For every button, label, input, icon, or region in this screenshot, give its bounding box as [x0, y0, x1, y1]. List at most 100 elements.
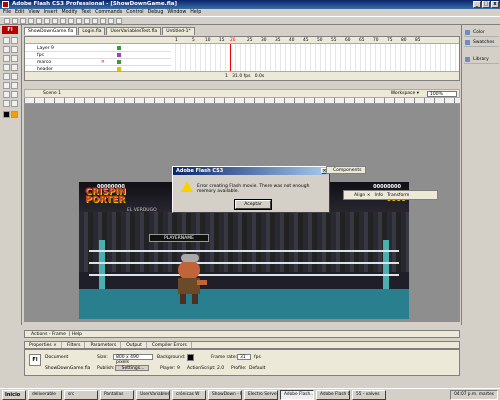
workspace-menu[interactable]: Workspace ▾	[391, 90, 419, 98]
paint-bucket-icon[interactable]	[11, 82, 18, 89]
tab-info[interactable]: Info	[375, 191, 384, 199]
free-transform-icon[interactable]	[3, 46, 10, 53]
subselect-tool-icon[interactable]	[11, 37, 18, 44]
taskbar-item[interactable]: deliverable	[28, 390, 62, 400]
layer-row[interactable]: Layer 9	[25, 45, 171, 52]
actions-frame-tab[interactable]: Actions - Frame	[31, 332, 66, 337]
text-tool-icon[interactable]	[11, 55, 18, 62]
brush-tool-icon[interactable]	[11, 73, 18, 80]
fill-color-swatch[interactable]	[11, 111, 18, 118]
rotate-icon[interactable]	[100, 18, 106, 24]
menu-text[interactable]: Text	[81, 9, 91, 16]
print-icon[interactable]	[28, 18, 34, 24]
paste-icon[interactable]	[52, 18, 58, 24]
redo-icon[interactable]	[68, 18, 74, 24]
menu-insert[interactable]: Insert	[44, 9, 58, 16]
actions-panel-bar[interactable]: Actions - Frame | Help	[24, 330, 460, 338]
pen-tool-icon[interactable]	[3, 55, 10, 62]
maximize-button[interactable]: □	[482, 1, 490, 8]
tab-output[interactable]: Output	[122, 342, 147, 348]
layer-row[interactable]: marco ✕	[25, 59, 171, 66]
background-color-swatch[interactable]	[187, 354, 194, 361]
tab-uservariablestest[interactable]: UserVariablesTest.fla	[106, 27, 162, 35]
tab-transform[interactable]: Transform	[387, 191, 409, 199]
menu-view[interactable]: View	[28, 9, 39, 16]
library-panel-tab[interactable]: Library	[464, 55, 499, 64]
scale-icon[interactable]	[108, 18, 114, 24]
swatches-panel-tab[interactable]: Swatches	[464, 38, 499, 47]
selection-tool-icon[interactable]	[3, 37, 10, 44]
frame-rate-input[interactable]: 31	[237, 354, 251, 360]
save-icon[interactable]	[20, 18, 26, 24]
taskbar-item[interactable]: src	[64, 390, 98, 400]
taskbar-item[interactable]: Electro Server	[244, 390, 278, 400]
tab-parameters[interactable]: Parameters	[86, 342, 122, 348]
cut-icon[interactable]	[36, 18, 42, 24]
tab-compiler-errors[interactable]: Compiler Errors	[148, 342, 192, 348]
fighter-character[interactable]	[169, 250, 209, 305]
layer-row[interactable]: fps	[25, 52, 171, 59]
stroke-color-swatch[interactable]	[3, 111, 10, 118]
timeline-frames-grid[interactable]	[171, 44, 459, 71]
windows-taskbar: Inicio deliverable src Pantallas UserVar…	[0, 388, 500, 400]
lasso-tool-icon[interactable]	[11, 46, 18, 53]
smooth-icon[interactable]	[84, 18, 90, 24]
line-tool-icon[interactable]	[3, 64, 10, 71]
stage-workspace[interactable]: 00000000 00000000 CRISPIN PORTER 6000 EL…	[24, 104, 460, 322]
ink-bottle-icon[interactable]	[3, 82, 10, 89]
tab-filters[interactable]: Filters	[63, 342, 86, 348]
undo-icon[interactable]	[60, 18, 66, 24]
align-icon[interactable]	[116, 18, 122, 24]
zoom-tool-icon[interactable]	[11, 100, 18, 107]
menu-help[interactable]: Help	[190, 9, 201, 16]
tab-properties[interactable]: Properties ×	[25, 342, 62, 348]
pencil-tool-icon[interactable]	[3, 73, 10, 80]
menu-window[interactable]: Window	[167, 9, 186, 16]
zoom-select[interactable]: 100%	[427, 91, 457, 97]
taskbar-item[interactable]: Adobe Flash CS3	[316, 390, 350, 400]
tab-login[interactable]: Login.fla	[78, 27, 106, 35]
tab-align[interactable]: Align ×	[354, 191, 371, 199]
taskbar-item[interactable]: UserVariables	[136, 390, 170, 400]
library-label: Library	[473, 57, 489, 62]
straighten-icon[interactable]	[92, 18, 98, 24]
taskbar-item[interactable]: crónicas W	[172, 390, 206, 400]
size-button[interactable]: 800 x 490 pixels	[113, 354, 153, 365]
settings-button[interactable]: Settings...	[115, 365, 149, 371]
new-file-icon[interactable]	[4, 18, 10, 24]
components-panel-tab[interactable]: Components	[326, 166, 366, 174]
eraser-icon[interactable]	[11, 91, 18, 98]
help-tab[interactable]: Help	[72, 332, 82, 337]
tab-showdowngame[interactable]: ShowDownGame.fla	[24, 27, 78, 35]
snap-magnet-icon[interactable]	[76, 18, 82, 24]
playhead[interactable]	[230, 44, 231, 71]
dialog-ok-button[interactable]: Aceptar	[234, 199, 272, 210]
rectangle-tool-icon[interactable]	[11, 64, 18, 71]
taskbar-item[interactable]: ShowDown - Fla	[208, 390, 242, 400]
taskbar-item[interactable]: Pantallas	[100, 390, 134, 400]
menu-debug[interactable]: Debug	[148, 9, 164, 16]
menu-control[interactable]: Control	[126, 9, 143, 16]
layer-name: fps	[37, 53, 44, 58]
hand-tool-icon[interactable]	[3, 100, 10, 107]
taskbar-item[interactable]: Adobe Flash...	[280, 390, 314, 400]
start-button[interactable]: Inicio	[2, 390, 26, 400]
hidden-x-icon[interactable]: ✕	[101, 59, 105, 66]
close-button[interactable]: x	[491, 1, 499, 8]
scene-label[interactable]: Scene 1	[43, 91, 61, 96]
minimize-button[interactable]: _	[473, 1, 481, 8]
color-panel-tab[interactable]: Color	[464, 28, 499, 37]
timeline-footer: 1 31.0 fps 0.0s	[25, 71, 459, 80]
open-folder-icon[interactable]	[12, 18, 18, 24]
taskbar-item[interactable]: 55 - valves	[352, 390, 386, 400]
menu-commands[interactable]: Commands	[95, 9, 122, 16]
eyedropper-icon[interactable]	[3, 91, 10, 98]
layer-name: marco	[37, 60, 52, 65]
layer-color-icon	[117, 53, 121, 57]
menu-edit[interactable]: Edit	[15, 9, 24, 16]
frame-number-50: 50	[317, 38, 323, 43]
copy-icon[interactable]	[44, 18, 50, 24]
tab-untitled[interactable]: Untitled-1*	[162, 27, 195, 35]
menu-file[interactable]: File	[3, 9, 11, 16]
menu-modify[interactable]: Modify	[61, 9, 77, 16]
